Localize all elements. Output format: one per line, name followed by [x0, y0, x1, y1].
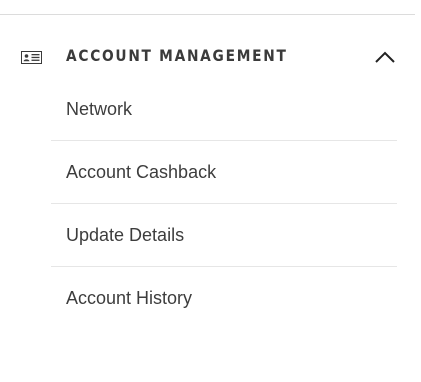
account-menu: Network Account Cashback Update Details … [51, 78, 397, 330]
menu-item-update-details[interactable]: Update Details [51, 204, 397, 267]
menu-item-label: Account Cashback [66, 162, 217, 182]
menu-item-label: Network [66, 99, 133, 119]
account-management-header[interactable]: ACCOUNT MANAGEMENT [0, 36, 421, 76]
menu-item-label: Account History [66, 288, 193, 308]
top-divider [0, 14, 415, 15]
menu-item-account-history[interactable]: Account History [51, 267, 397, 330]
menu-item-network[interactable]: Network [51, 78, 397, 141]
id-card-icon [21, 51, 42, 64]
section-title: ACCOUNT MANAGEMENT [66, 46, 288, 65]
menu-item-account-cashback[interactable]: Account Cashback [51, 141, 397, 204]
menu-item-label: Update Details [66, 225, 185, 245]
chevron-up-icon[interactable] [373, 49, 397, 65]
